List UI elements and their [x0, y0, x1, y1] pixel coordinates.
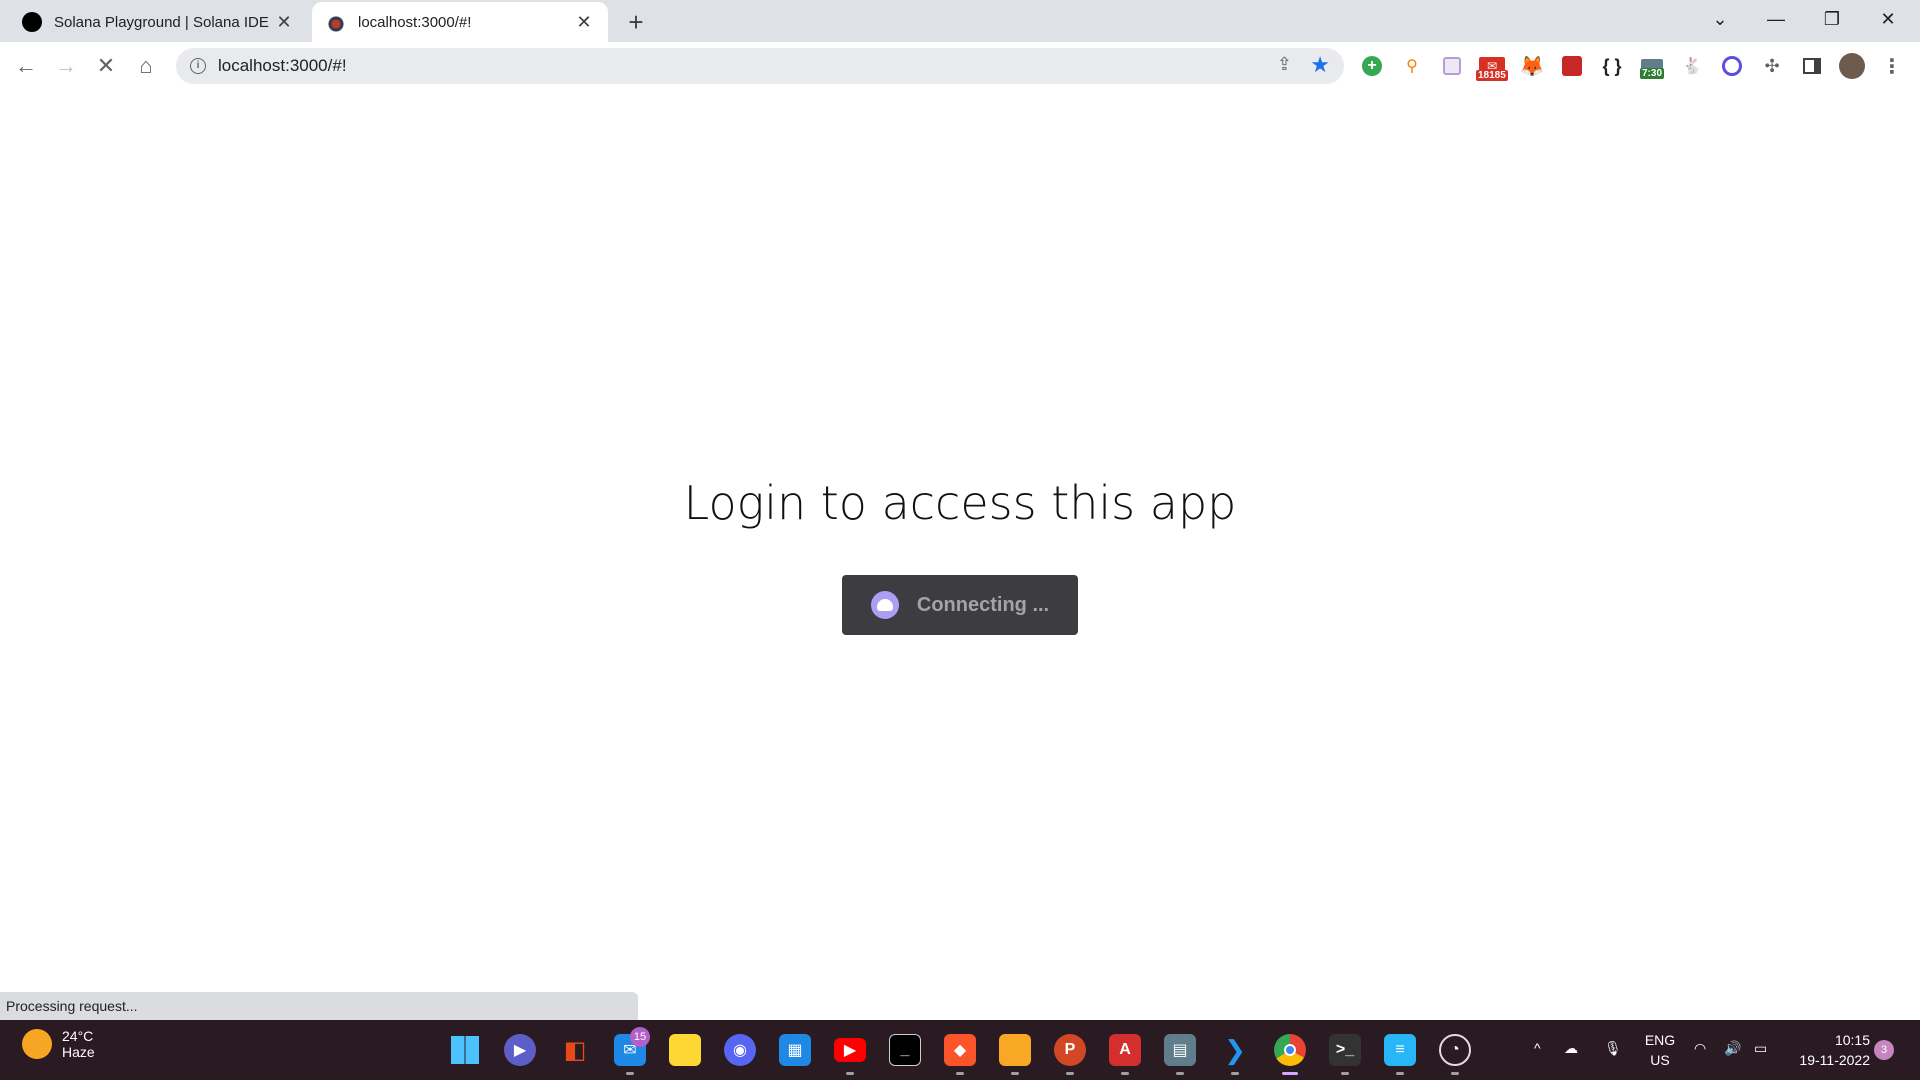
home-button[interactable]: ⌂: [130, 50, 162, 82]
phantom-extension-icon[interactable]: [1718, 52, 1746, 80]
connect-wallet-button[interactable]: Connecting ...: [842, 575, 1078, 635]
site-info-icon[interactable]: i: [190, 58, 206, 74]
notepad-icon[interactable]: ≡: [1384, 1034, 1416, 1066]
running-indicator: [1121, 1072, 1129, 1075]
language-line1: ENG: [1644, 1032, 1676, 1048]
tab-solana-playground[interactable]: Solana Playground | Solana IDE ✕: [8, 2, 308, 42]
clock-time: 10:15: [1834, 1032, 1870, 1048]
haze-sun-icon: [22, 1029, 52, 1059]
clock[interactable]: 10:15 19-11-2022: [1790, 1030, 1870, 1070]
discord-icon[interactable]: ◉: [724, 1034, 756, 1066]
windows-terminal-icon[interactable]: >_: [1329, 1034, 1361, 1066]
page-content: Login to access this app Connecting ...: [0, 89, 1920, 1020]
active-indicator: [1282, 1072, 1298, 1075]
share-icon[interactable]: ⇪: [1277, 54, 1292, 75]
windows-taskbar: 24°C Haze ▶ ◧ ✉ 15 ◉ ▦ ▶ _ ◆ P A ▤ ❯ >_ …: [0, 1020, 1920, 1080]
url-text: localhost:3000/#!: [218, 56, 347, 75]
extensions-puzzle-icon[interactable]: ✣: [1758, 52, 1786, 80]
running-indicator: [956, 1072, 964, 1075]
tab-title: Solana Playground | Solana IDE: [54, 13, 269, 31]
language-line2: US: [1650, 1052, 1670, 1068]
running-indicator: [846, 1072, 854, 1075]
browser-toolbar: ← → ✕ ⌂ i localhost:3000/#! ⇪ ★ + ⚲ ✉ 18…: [0, 42, 1920, 89]
tab-localhost[interactable]: localhost:3000/#! ✕: [312, 2, 608, 42]
clock-date: 19-11-2022: [1799, 1052, 1870, 1068]
battery-icon[interactable]: ▭: [1754, 1038, 1767, 1058]
teams-chat-icon[interactable]: ▶: [504, 1034, 536, 1066]
file-explorer-icon[interactable]: [999, 1034, 1031, 1066]
metamask-fox-icon[interactable]: 🦊: [1518, 52, 1546, 80]
extension-bunny-icon[interactable]: 🐇: [1678, 52, 1706, 80]
extension-mail-icon[interactable]: ✉ 18185: [1476, 52, 1508, 81]
weather-widget[interactable]: 24°C Haze: [22, 1028, 95, 1060]
brave-browser-icon[interactable]: ◆: [944, 1034, 976, 1066]
vscode-icon[interactable]: ❯: [1219, 1034, 1251, 1066]
menu-kebab-icon[interactable]: ⋮: [1878, 52, 1906, 80]
chrome-icon[interactable]: [1274, 1034, 1306, 1066]
minimize-button[interactable]: —: [1748, 0, 1804, 38]
connect-button-label: Connecting ...: [916, 593, 1050, 616]
notification-count-badge[interactable]: 3: [1874, 1040, 1894, 1060]
running-indicator: [1451, 1072, 1459, 1075]
extension-plus-icon[interactable]: +: [1358, 52, 1386, 80]
side-panel-icon[interactable]: [1798, 52, 1826, 80]
login-heading: Login to access this app: [683, 476, 1237, 530]
status-bubble: Processing request...: [0, 992, 638, 1020]
back-button[interactable]: ←: [10, 50, 42, 82]
running-indicator: [1231, 1072, 1239, 1075]
volume-icon[interactable]: 🔊: [1724, 1038, 1741, 1058]
new-tab-button[interactable]: +: [620, 6, 652, 38]
acrobat-icon[interactable]: A: [1109, 1034, 1141, 1066]
mail-extension-badge: 18185: [1476, 70, 1508, 81]
running-indicator: [1341, 1072, 1349, 1075]
restore-button[interactable]: ❐: [1804, 0, 1860, 38]
close-tab-icon[interactable]: ✕: [274, 12, 294, 33]
extension-purple-square-icon[interactable]: [1438, 52, 1466, 80]
powerpoint-icon[interactable]: P: [1054, 1034, 1086, 1066]
windows-start-icon[interactable]: [449, 1034, 481, 1066]
extension-orange-icon[interactable]: ⚲: [1398, 52, 1426, 80]
calculator-icon[interactable]: ▤: [1164, 1034, 1196, 1066]
extension-clock-icon[interactable]: 7:30: [1638, 52, 1666, 80]
bookmark-star-icon[interactable]: ★: [1310, 52, 1330, 78]
onedrive-cloud-icon[interactable]: ☁: [1564, 1038, 1578, 1058]
running-indicator: [1176, 1072, 1184, 1075]
forward-button[interactable]: →: [50, 50, 82, 82]
obs-icon[interactable]: ◔: [1439, 1034, 1471, 1066]
stop-loading-button[interactable]: ✕: [90, 50, 122, 82]
running-indicator: [626, 1072, 634, 1075]
sticky-notes-icon[interactable]: [669, 1034, 701, 1066]
clock-extension-badge: 7:30: [1640, 68, 1665, 79]
show-hidden-icons-chevron[interactable]: ^: [1534, 1038, 1541, 1058]
weather-temp: 24°C: [62, 1028, 94, 1044]
close-window-button[interactable]: ✕: [1860, 0, 1916, 38]
phantom-ghost-icon: [870, 591, 899, 619]
running-indicator: [1396, 1072, 1404, 1075]
running-indicator: [1066, 1072, 1074, 1075]
address-bar[interactable]: i localhost:3000/#! ⇪ ★: [176, 48, 1344, 84]
microphone-icon[interactable]: 🎙: [1604, 1038, 1622, 1058]
tab-search-icon[interactable]: ⌄: [1692, 0, 1748, 38]
browser-window: Solana Playground | Solana IDE ✕ localho…: [0, 0, 1920, 89]
json-braces-icon[interactable]: { }: [1598, 52, 1626, 80]
extension-red-icon[interactable]: [1558, 52, 1586, 80]
mail-count-badge: 15: [630, 1027, 650, 1047]
youtube-icon[interactable]: ▶: [834, 1038, 866, 1062]
calendar-icon[interactable]: ▦: [779, 1034, 811, 1066]
profile-avatar[interactable]: [1838, 52, 1866, 80]
app-icon: [326, 12, 346, 32]
close-tab-icon[interactable]: ✕: [574, 12, 594, 33]
terminal-app-icon[interactable]: _: [889, 1034, 921, 1066]
tab-title: localhost:3000/#!: [358, 13, 472, 31]
weather-condition: Haze: [62, 1044, 95, 1060]
running-indicator: [1011, 1072, 1019, 1075]
wifi-icon[interactable]: ◠: [1694, 1038, 1706, 1058]
language-indicator[interactable]: ENG US: [1640, 1030, 1680, 1070]
solana-playground-icon: [22, 12, 42, 32]
tab-strip: Solana Playground | Solana IDE ✕ localho…: [0, 0, 1920, 42]
office-icon[interactable]: ◧: [559, 1034, 591, 1066]
